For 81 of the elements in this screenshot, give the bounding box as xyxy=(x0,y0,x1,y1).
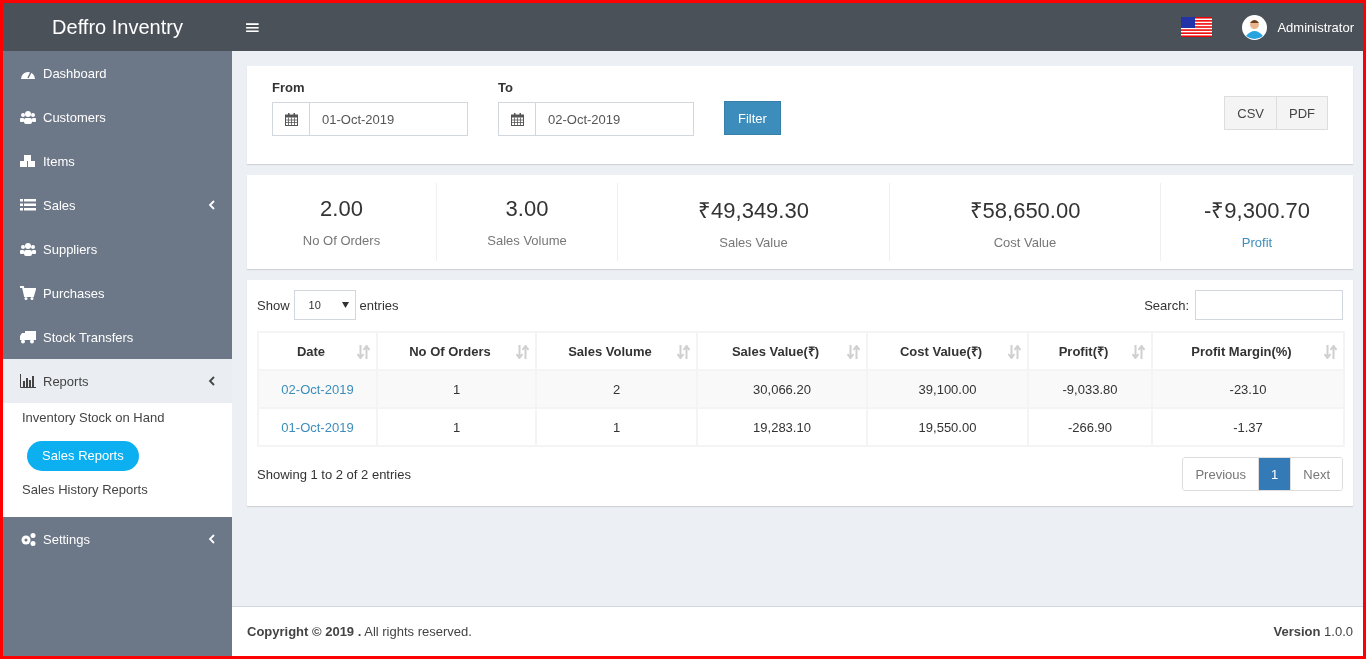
stat-label: Cost Value xyxy=(993,235,1057,250)
table-cell: -1.37 xyxy=(1233,419,1263,435)
stat-value: 3.00 xyxy=(505,196,549,222)
copyright-text: Copyright © 2019 . All rights reserved. xyxy=(247,624,472,639)
brand-title: Deffro Inventry xyxy=(51,15,184,39)
search-label: Search: xyxy=(1144,297,1189,313)
table-cell: 1 xyxy=(452,419,461,435)
users-icon xyxy=(20,110,36,124)
cubes-icon xyxy=(20,154,36,168)
export-button[interactable]: CSV xyxy=(1224,96,1277,130)
date-field[interactable]: 01-Oct-2019 xyxy=(310,102,468,136)
page-length-select[interactable]: 10 xyxy=(293,290,356,320)
gears-icon xyxy=(20,532,36,546)
sidebar-item[interactable]: Dashboard xyxy=(3,51,232,95)
users-icon xyxy=(20,242,36,256)
show-label: Show xyxy=(257,297,290,313)
submenu-item[interactable]: Inventory Stock on Hand xyxy=(3,403,184,441)
sidebar-item[interactable]: Items xyxy=(3,139,232,183)
table-cell: 39,100.00 xyxy=(918,381,977,397)
sort-icon xyxy=(847,345,860,359)
table-cell: 19,283.10 xyxy=(753,419,811,435)
chevron-left-icon xyxy=(208,534,215,544)
table-cell: 1 xyxy=(452,381,461,397)
sidebar-item[interactable]: Reports xyxy=(3,359,232,403)
table-cell: 2 xyxy=(612,381,621,397)
stat-label: Sales Value xyxy=(719,235,788,250)
pagination-button[interactable]: 1 xyxy=(1258,458,1291,490)
flag-icon xyxy=(1181,17,1213,37)
sort-icon xyxy=(357,345,370,359)
column-header[interactable]: Sales Volume xyxy=(536,332,697,370)
table-cell: -9,033.80 xyxy=(1062,381,1118,397)
table-cell: -23.10 xyxy=(1229,381,1267,397)
chevron-left-icon xyxy=(208,376,215,386)
menu-button[interactable]: ≡ xyxy=(232,15,273,39)
column-header[interactable]: Date xyxy=(258,332,377,370)
table-cell: 1 xyxy=(612,419,621,435)
sidebar-item[interactable]: Suppliers xyxy=(3,227,232,271)
filter-button[interactable]: Filter xyxy=(724,101,781,135)
field-label: From xyxy=(272,80,305,95)
user-name[interactable]: Administrator xyxy=(1277,19,1354,35)
calendar-icon xyxy=(510,112,524,126)
stat-label: Sales Volume xyxy=(487,233,567,248)
date-field[interactable]: 02-Oct-2019 xyxy=(536,102,694,136)
search-field[interactable] xyxy=(1195,290,1343,320)
sort-icon xyxy=(516,345,529,359)
sidebar-item[interactable]: Settings xyxy=(3,517,232,561)
column-header[interactable]: Profit Margin(%) xyxy=(1152,332,1344,370)
table-cell: 19,550.00 xyxy=(918,419,977,435)
calendar-icon xyxy=(284,112,298,126)
column-header[interactable]: Cost Value(₹) xyxy=(867,332,1028,370)
field-label: To xyxy=(498,80,513,95)
table-cell: 30,066.20 xyxy=(753,381,811,397)
sort-icon xyxy=(1324,345,1337,359)
chevron-left-icon xyxy=(208,200,215,210)
sidebar-item[interactable]: Stock Transfers xyxy=(3,315,232,359)
bar-chart-icon xyxy=(20,374,36,388)
submenu-item[interactable]: Sales History Reports xyxy=(3,475,167,513)
caret-icon xyxy=(341,302,349,308)
sort-icon xyxy=(677,345,690,359)
column-header[interactable]: No Of Orders xyxy=(377,332,536,370)
stat-label: Profit xyxy=(1241,235,1273,250)
column-header[interactable]: Sales Value(₹) xyxy=(697,332,867,370)
sidebar-item[interactable]: Purchases xyxy=(3,271,232,315)
sidebar-item[interactable]: Customers xyxy=(3,95,232,139)
table-cell: -266.90 xyxy=(1067,419,1113,435)
stat-value: ₹58,650.00 xyxy=(969,197,1081,224)
avatar-icon xyxy=(1242,14,1268,40)
sort-icon xyxy=(1008,345,1021,359)
list-icon xyxy=(20,198,36,212)
sort-icon xyxy=(1132,345,1145,359)
table-info: Showing 1 to 2 of 2 entries xyxy=(257,466,411,482)
truck-icon xyxy=(20,330,36,344)
sidebar-item[interactable]: Sales xyxy=(3,183,232,227)
stat-value: 2.00 xyxy=(320,196,363,222)
stat-value: -₹9,300.70 xyxy=(1204,197,1310,224)
stat-value: ₹49,349.30 xyxy=(698,197,809,224)
cart-icon xyxy=(20,286,36,300)
version-text: Version 1.0.0 xyxy=(1273,624,1353,639)
stat-label: No Of Orders xyxy=(302,233,381,248)
entries-label: entries xyxy=(359,297,399,313)
export-button[interactable]: PDF xyxy=(1277,96,1328,130)
